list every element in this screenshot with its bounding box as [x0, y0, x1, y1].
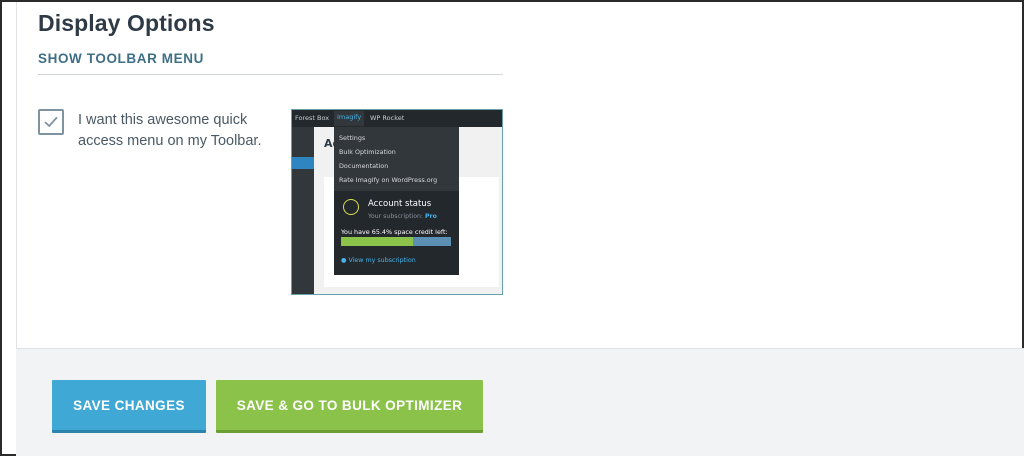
save-and-go-bulk-optimizer-button[interactable]: SAVE & GO TO BULK OPTIMIZER	[216, 380, 483, 430]
account-status-gauge-icon	[343, 199, 359, 215]
preview-space-progress-fill	[341, 237, 413, 246]
section-title: Display Options	[38, 10, 215, 36]
preview-space-credit-text: You have 65.4% space credit left:	[341, 228, 448, 236]
settings-footer: SAVE CHANGES SAVE & GO TO BULK OPTIMIZER	[16, 348, 1024, 456]
save-changes-button[interactable]: SAVE CHANGES	[52, 380, 206, 430]
preview-space-progress-bar	[341, 237, 451, 246]
preview-adminbar-item-active: Imagify	[334, 111, 365, 126]
preview-account-status-title: Account status	[368, 199, 432, 209]
preview-adminbar: Forest Box Imagify WP Rocket	[292, 110, 502, 127]
display-options-panel: Display Options SHOW TOOLBAR MENU I want…	[16, 2, 1022, 348]
divider	[38, 74, 503, 75]
preview-menu-item: Settings	[339, 134, 366, 142]
preview-view-subscription-link: ● View my subscription	[341, 257, 416, 264]
preview-view-subscription-label: View my subscription	[348, 257, 416, 264]
toolbar-menu-checkbox[interactable]	[38, 109, 64, 135]
subsection-heading: SHOW TOOLBAR MENU	[38, 51, 204, 66]
toolbar-preview-image: Ad Forest Box Imagify WP Rocket Settings…	[291, 109, 503, 295]
preview-sidebar-highlight	[292, 157, 314, 169]
toolbar-menu-label[interactable]: I want this awesome quick access menu on…	[78, 110, 278, 152]
user-icon: ●	[341, 257, 347, 264]
preview-subscription-plan: Pro	[424, 213, 437, 220]
settings-frame: Display Options SHOW TOOLBAR MENU I want…	[0, 0, 1024, 456]
preview-subscription-label: Your subscription:	[368, 213, 424, 220]
checkmark-icon	[44, 116, 58, 127]
preview-menu-item: Documentation	[339, 162, 389, 170]
preview-sidebar	[292, 127, 314, 294]
preview-menu-item: Rate Imagify on WordPress.org	[339, 176, 438, 184]
preview-dropdown-menu: Settings Bulk Optimization Documentation…	[334, 127, 459, 275]
preview-adminbar-item: Forest Box	[295, 114, 330, 122]
preview-adminbar-item: WP Rocket	[370, 114, 405, 122]
preview-subscription: Your subscription: Pro	[368, 213, 437, 220]
preview-menu-item: Bulk Optimization	[339, 148, 396, 156]
